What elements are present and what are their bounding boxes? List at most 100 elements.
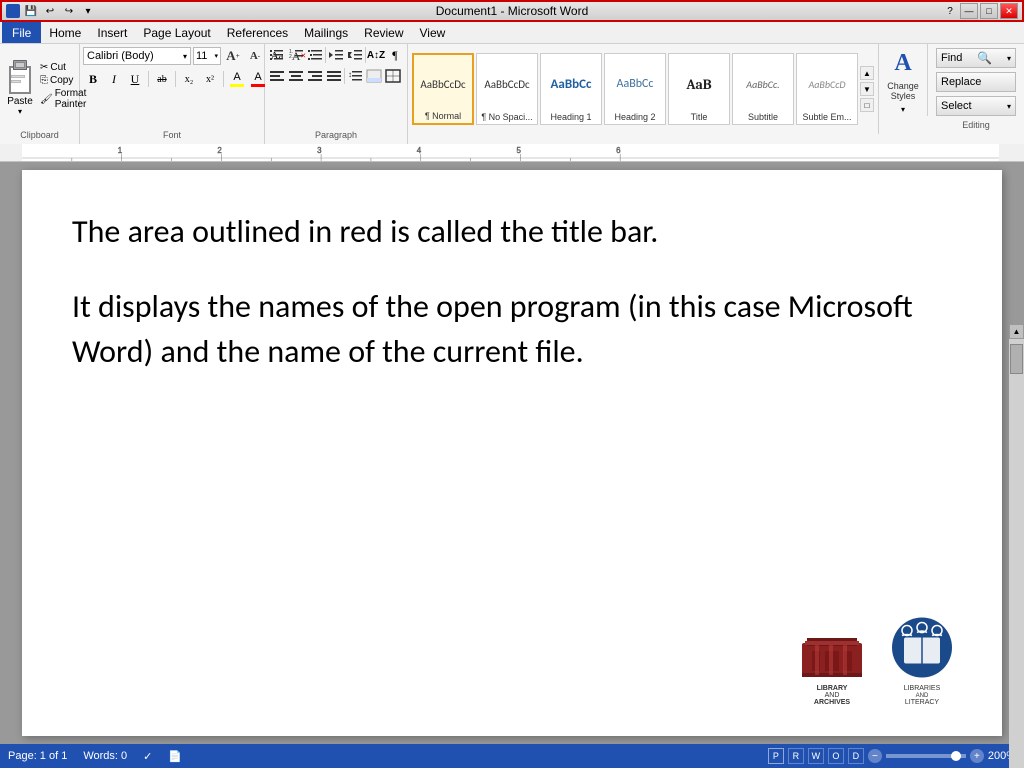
- styles-scroll-down[interactable]: ▼: [860, 82, 874, 96]
- zoom-out-button[interactable]: −: [868, 749, 882, 763]
- bold-button[interactable]: B: [83, 69, 103, 89]
- underline-button[interactable]: U: [125, 69, 145, 89]
- bullets-button[interactable]: [268, 46, 286, 64]
- font-content: Calibri (Body) ▾ 11 ▾ A+ A- Aa A✕: [83, 46, 261, 130]
- menu-mailings[interactable]: Mailings: [296, 22, 356, 43]
- undo-quick-icon[interactable]: ↩: [42, 4, 58, 18]
- svg-text:4: 4: [417, 146, 422, 155]
- shading-button[interactable]: [365, 67, 383, 85]
- decrease-indent-button[interactable]: [327, 46, 345, 64]
- title-bar: 💾 ↩ ↪ ▾ Document1 - Microsoft Word ? — □…: [0, 0, 1024, 22]
- replace-button[interactable]: Replace: [936, 72, 1016, 92]
- print-layout-icon[interactable]: 📄: [168, 750, 182, 763]
- style-title[interactable]: AaB Title: [668, 53, 730, 125]
- find-button[interactable]: Find 🔍 ▾: [936, 48, 1016, 68]
- style-heading1-preview: AaBbCc: [551, 56, 592, 112]
- app-window: 💾 ↩ ↪ ▾ Document1 - Microsoft Word ? — □…: [0, 0, 1024, 768]
- style-title-label: Title: [691, 112, 708, 122]
- document-area[interactable]: The area outlined in red is called the t…: [0, 162, 1024, 744]
- minimize-button[interactable]: —: [960, 3, 978, 19]
- menu-references[interactable]: References: [219, 22, 296, 43]
- font-label: Font: [83, 130, 261, 142]
- justify-button[interactable]: [325, 67, 343, 85]
- strikethrough-button[interactable]: ab: [152, 69, 172, 89]
- close-button[interactable]: ✕: [1000, 3, 1018, 19]
- library-archives-logo: LIBRARYANDARCHIVES: [797, 613, 867, 706]
- web-layout-view[interactable]: W: [808, 748, 824, 764]
- clipboard-label: Clipboard: [3, 130, 76, 142]
- document-paragraph1: The area outlined in red is called the t…: [72, 210, 952, 255]
- align-left-button[interactable]: [268, 67, 286, 85]
- ribbon-main: Paste ▾ ✂Cut ⎘Copy: [0, 44, 1024, 144]
- status-right: P R W O D − + 200%: [768, 748, 1016, 764]
- help-icon[interactable]: ?: [942, 4, 958, 18]
- scroll-up-button[interactable]: ▲: [1009, 324, 1024, 339]
- change-styles-button[interactable]: A ChangeStyles ▾: [879, 44, 928, 116]
- menu-home[interactable]: Home: [41, 22, 89, 43]
- align-right-button[interactable]: [306, 67, 324, 85]
- scroll-track[interactable]: [1009, 339, 1024, 768]
- style-subtle-em-label: Subtle Em...: [802, 112, 851, 122]
- paragraph-group: 1.2. A↕Z ¶: [265, 44, 408, 144]
- style-no-spacing[interactable]: AaBbCcDc ¶ No Spaci...: [476, 53, 538, 125]
- show-marks-button[interactable]: ¶: [386, 46, 404, 64]
- svg-text:5: 5: [516, 146, 521, 155]
- document-paragraph2: It displays the names of the open progra…: [72, 285, 952, 375]
- editing-group: Find 🔍 ▾ Replace Select ▾ Editing: [928, 44, 1024, 134]
- save-quick-icon[interactable]: 💾: [23, 4, 39, 18]
- font-name-box[interactable]: Calibri (Body) ▾: [83, 47, 191, 65]
- redo-quick-icon[interactable]: ↪: [61, 4, 77, 18]
- print-layout-view[interactable]: P: [768, 748, 784, 764]
- menu-review[interactable]: Review: [356, 22, 411, 43]
- page-status: Page: 1 of 1: [8, 750, 67, 763]
- line-spacing-button[interactable]: ↕: [346, 67, 364, 85]
- borders-button[interactable]: [384, 67, 402, 85]
- customize-quick-icon[interactable]: ▾: [80, 4, 96, 18]
- font-size-box[interactable]: 11 ▾: [193, 47, 221, 65]
- scroll-thumb[interactable]: [1010, 344, 1023, 374]
- increase-indent-button[interactable]: [346, 46, 364, 64]
- svg-text:2.: 2.: [289, 54, 293, 60]
- zoom-slider[interactable]: [886, 754, 966, 758]
- menu-view[interactable]: View: [412, 22, 454, 43]
- paste-label: Paste: [7, 96, 33, 107]
- ruler: 1 2 3 4 5 6: [0, 144, 1024, 162]
- change-styles-arrow: ▾: [901, 105, 905, 114]
- multilevel-list-button[interactable]: [306, 46, 324, 64]
- style-heading2-preview: AaBbCc: [617, 56, 654, 112]
- menu-page-layout[interactable]: Page Layout: [135, 22, 218, 43]
- align-center-button[interactable]: [287, 67, 305, 85]
- style-title-preview: AaB: [686, 56, 711, 112]
- italic-button[interactable]: I: [104, 69, 124, 89]
- style-heading2[interactable]: AaBbCc Heading 2: [604, 53, 666, 125]
- maximize-button[interactable]: □: [980, 3, 998, 19]
- proofing-icon[interactable]: ✓: [143, 750, 152, 763]
- shrink-font-button[interactable]: A-: [245, 46, 265, 66]
- menu-file[interactable]: File: [2, 22, 41, 43]
- outline-view[interactable]: O: [828, 748, 844, 764]
- select-button[interactable]: Select ▾: [936, 96, 1016, 116]
- style-subtitle-label: Subtitle: [748, 112, 778, 122]
- style-subtle-em[interactable]: AaBbCcD Subtle Em...: [796, 53, 858, 125]
- styles-expand[interactable]: □: [860, 98, 874, 112]
- ruler-scale[interactable]: 1 2 3 4 5 6: [22, 144, 999, 161]
- highlight-color-button[interactable]: A: [227, 69, 247, 89]
- full-reading-view[interactable]: R: [788, 748, 804, 764]
- style-heading1[interactable]: AaBbCc Heading 1: [540, 53, 602, 125]
- subscript-button[interactable]: x₂: [179, 69, 199, 89]
- styles-scroll-up[interactable]: ▲: [860, 66, 874, 80]
- menu-insert[interactable]: Insert: [89, 22, 135, 43]
- zoom-thumb[interactable]: [951, 751, 961, 761]
- change-styles-label: ChangeStyles: [887, 81, 919, 101]
- zoom-in-button[interactable]: +: [970, 749, 984, 763]
- draft-view[interactable]: D: [848, 748, 864, 764]
- superscript-button[interactable]: x²: [200, 69, 220, 89]
- paste-arrow: ▾: [18, 107, 22, 116]
- sort-button[interactable]: A↕Z: [367, 46, 385, 64]
- style-normal[interactable]: AaBbCcDc ¶ Normal: [412, 53, 474, 125]
- paste-button[interactable]: Paste ▾: [3, 58, 37, 118]
- document-page: The area outlined in red is called the t…: [22, 170, 1002, 736]
- style-subtitle[interactable]: AaBbCc. Subtitle: [732, 53, 794, 125]
- numbering-button[interactable]: 1.2.: [287, 46, 305, 64]
- grow-font-button[interactable]: A+: [223, 46, 243, 66]
